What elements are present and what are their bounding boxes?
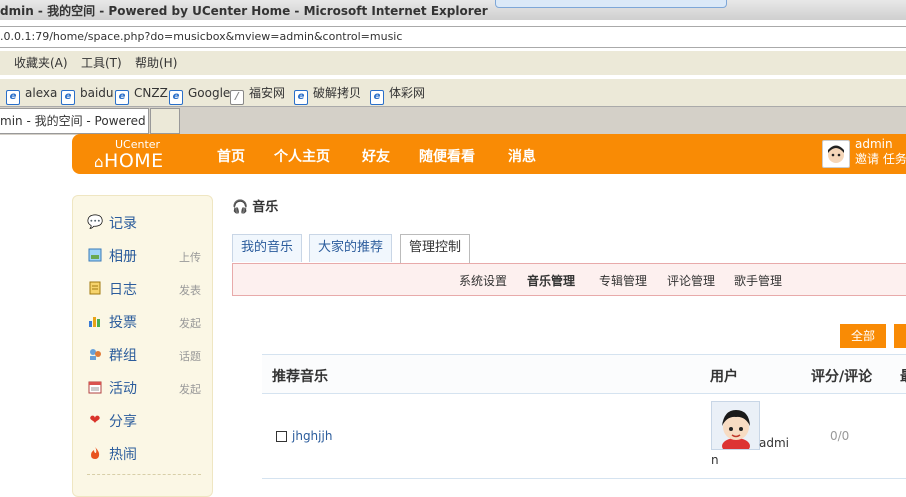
bar-chart-icon <box>87 314 103 330</box>
house-icon: ⌂ <box>94 153 105 171</box>
tab-recommended[interactable]: 大家的推荐 <box>309 234 393 262</box>
row-username-wrap[interactable]: n <box>711 453 719 467</box>
new-tab-button[interactable] <box>150 108 180 134</box>
favorite-link-baidu[interactable]: e baidu <box>61 79 114 107</box>
filter-next-button[interactable] <box>894 324 906 348</box>
sidebar-item-share[interactable]: ❤ 分享 <box>87 410 205 432</box>
poll-create-link[interactable]: 发起 <box>179 315 201 331</box>
titlebar-decoration <box>495 0 727 8</box>
ie-page-icon: e <box>294 90 308 105</box>
admin-subnav: 系统设置 音乐管理 专辑管理 评论管理 歌手管理 <box>232 263 906 296</box>
favorite-link-cnzz[interactable]: e CNZZ <box>115 79 168 107</box>
col-user: 用户 <box>710 369 738 385</box>
nav-home[interactable]: 首页 <box>217 146 245 166</box>
user-avatar-small[interactable] <box>822 140 850 168</box>
table-header: 推荐音乐 用户 评分/评论 最 <box>262 354 906 394</box>
row-checkbox[interactable] <box>276 431 287 442</box>
favorite-link-crack[interactable]: e 破解拷贝 <box>294 79 361 107</box>
sidebar-item-records[interactable]: 💬 记录 <box>87 212 205 234</box>
notebook-icon <box>87 281 103 297</box>
subnav-comment-manage[interactable]: 评论管理 <box>667 272 715 289</box>
ie-page-icon: e <box>6 90 20 105</box>
sidebar-item-album[interactable]: 相册 上传 <box>87 245 205 267</box>
header-user-links[interactable]: 邀请 任务 <box>855 152 906 167</box>
menu-tools[interactable]: 工具(T) <box>81 51 122 75</box>
col-rating-comments: 评分/评论 <box>811 369 873 385</box>
filter-all-button[interactable]: 全部 <box>840 324 886 348</box>
menu-help[interactable]: 帮助(H) <box>135 51 177 75</box>
tab-my-music[interactable]: 我的音乐 <box>232 234 303 262</box>
row-username[interactable]: admi <box>759 436 789 450</box>
album-upload-link[interactable]: 上传 <box>179 249 201 265</box>
sidebar-item-poll[interactable]: 投票 发起 <box>87 311 205 333</box>
subnav-system-settings[interactable]: 系统设置 <box>459 272 507 289</box>
ie-page-icon: e <box>115 90 129 105</box>
photo-icon <box>87 248 103 264</box>
window-title: dmin - 我的空间 - Powered by UCenter Home - … <box>0 4 488 18</box>
favorite-link-fuan[interactable]: / 福安网 <box>230 79 285 107</box>
browser-tab[interactable]: min - 我的空间 - Powered ... <box>0 108 149 134</box>
menu-bar: 收藏夹(A) 工具(T) 帮助(H) <box>0 51 906 75</box>
calendar-icon <box>87 380 103 396</box>
header-user-info: admin 邀请 任务 <box>855 137 906 167</box>
browser-tab-bar: min - 我的空间 - Powered ... <box>0 106 906 135</box>
event-create-link[interactable]: 发起 <box>179 381 201 397</box>
tab-admin-control[interactable]: 管理控制 <box>400 234 471 265</box>
sidebar-item-event[interactable]: 活动 发起 <box>87 377 205 399</box>
app-sidebar: 💬 记录 相册 上传 日志 发表 投票 发起 群组 话题 活动 发起 ❤ 分享 … <box>72 195 213 497</box>
window-titlebar: dmin - 我的空间 - Powered by UCenter Home - … <box>0 0 906 20</box>
music-title-link[interactable]: jhghjjh <box>292 429 332 443</box>
col-last: 最 <box>900 366 906 386</box>
page-title: 🎧 音乐 <box>232 200 279 215</box>
subnav-singer-manage[interactable]: 歌手管理 <box>734 272 782 289</box>
site-header: UCenter ⌂HOME 首页 个人主页 好友 随便看看 消息 admin 邀… <box>72 134 906 174</box>
favorite-link-alexa[interactable]: e alexa <box>6 79 57 107</box>
headphones-icon: 🎧 <box>232 200 249 215</box>
nav-profile[interactable]: 个人主页 <box>274 146 330 166</box>
ie-page-icon: e <box>370 90 384 105</box>
nav-messages[interactable]: 消息 <box>508 146 536 166</box>
logo-home: ⌂HOME <box>94 150 164 172</box>
table-row: jhghjjh admi n 0/0 <box>262 393 906 479</box>
favorite-link-google[interactable]: e Google <box>169 79 230 107</box>
menu-favorites[interactable]: 收藏夹(A) <box>14 51 68 75</box>
sidebar-divider <box>87 474 201 475</box>
nav-explore[interactable]: 随便看看 <box>419 146 475 166</box>
ie-page-icon: e <box>61 90 75 105</box>
page-icon: / <box>230 90 244 105</box>
ie-page-icon: e <box>169 90 183 105</box>
col-recommended-music: 推荐音乐 <box>272 369 328 385</box>
fire-icon <box>87 446 103 462</box>
favorite-link-lottery[interactable]: e 体彩网 <box>370 79 425 107</box>
header-username[interactable]: admin <box>855 137 906 152</box>
favorites-bar: e alexa e baidu e CNZZ e Google / 福安网 e 破解拷贝 e… <box>0 78 906 107</box>
group-topic-link[interactable]: 话题 <box>179 348 201 364</box>
sidebar-item-group[interactable]: 群组 话题 <box>87 344 205 366</box>
row-score: 0/0 <box>830 429 850 443</box>
subnav-album-manage[interactable]: 专辑管理 <box>599 272 647 289</box>
blog-publish-link[interactable]: 发表 <box>179 282 201 298</box>
address-url[interactable]: .0.0.1:79/home/space.php?do=musicbox&mvi… <box>0 30 402 43</box>
address-bar[interactable]: .0.0.1:79/home/space.php?do=musicbox&mvi… <box>0 26 906 48</box>
subnav-music-manage[interactable]: 音乐管理 <box>527 272 575 289</box>
group-icon <box>87 347 103 363</box>
nav-friends[interactable]: 好友 <box>362 146 390 166</box>
user-avatar[interactable] <box>711 401 760 450</box>
heart-icon: ❤ <box>89 413 101 428</box>
sidebar-item-blog[interactable]: 日志 发表 <box>87 278 205 300</box>
sidebar-item-hot[interactable]: 热闹 <box>87 443 205 465</box>
chat-bubble-icon: 💬 <box>87 215 104 230</box>
